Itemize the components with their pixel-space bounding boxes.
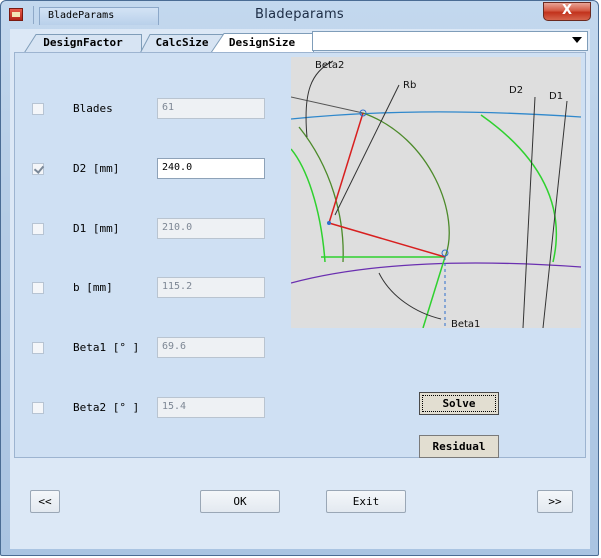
prev-button[interactable]: <<: [30, 490, 60, 513]
blades-input[interactable]: 61: [157, 98, 265, 119]
beta2-label: Beta2 [° ]: [73, 401, 140, 414]
title-bar[interactable]: BladeParams Bladeparams X: [1, 1, 598, 29]
d2-label: D2 [mm]: [73, 162, 120, 175]
beta2-input[interactable]: 15.4: [157, 397, 265, 418]
beta1-checkbox[interactable]: [32, 342, 44, 354]
tab-designfactor[interactable]: DesignFactor: [24, 33, 142, 53]
d1-label: D1 [mm]: [73, 222, 120, 235]
label-d2: D2: [509, 85, 523, 96]
tab-designsize-label: DesignSize: [228, 36, 296, 49]
label-rb: Rb: [403, 80, 416, 91]
label-d1: D1: [549, 91, 563, 102]
b-checkbox[interactable]: [32, 282, 44, 294]
b-label: b [mm]: [73, 281, 113, 294]
solve-button[interactable]: Solve: [419, 392, 499, 415]
tab-designfactor-label: DesignFactor: [43, 36, 123, 49]
beta2-checkbox[interactable]: [32, 402, 44, 414]
d1-checkbox[interactable]: [32, 223, 44, 235]
window-title: Bladeparams: [254, 7, 344, 22]
residual-button[interactable]: Residual: [419, 435, 499, 458]
d2-checkbox[interactable]: [32, 163, 44, 175]
center-point-marker: [327, 221, 331, 225]
tab-designsize[interactable]: DesignSize: [210, 33, 314, 54]
blade-geometry-diagram: Beta2 Rb D2 D1 Beta1: [291, 57, 581, 328]
blades-label: Blades: [73, 102, 113, 115]
d2-input[interactable]: 240.0: [157, 158, 265, 179]
label-beta2: Beta2: [315, 60, 344, 71]
config-dropdown[interactable]: [312, 31, 588, 51]
beta1-label: Beta1 [° ]: [73, 341, 140, 354]
d1-input[interactable]: 210.0: [157, 218, 265, 239]
designsize-panel: Blades 61 D2 [mm] 240.0 D1 [mm] 210.0 b …: [14, 52, 586, 458]
close-icon: X: [561, 3, 573, 18]
b-input[interactable]: 115.2: [157, 277, 265, 298]
client-area: DesignFactor CalcSize DesignSize Blades …: [10, 29, 590, 549]
chevron-down-icon[interactable]: [572, 37, 582, 43]
ok-button[interactable]: OK: [200, 490, 280, 513]
bladeparams-window: BladeParams Bladeparams X DesignFactor C…: [0, 0, 599, 556]
beta1-input[interactable]: 69.6: [157, 337, 265, 358]
blades-checkbox[interactable]: [32, 103, 44, 115]
close-button[interactable]: X: [543, 2, 591, 21]
exit-button[interactable]: Exit: [326, 490, 406, 513]
label-beta1: Beta1: [451, 319, 480, 328]
next-button[interactable]: >>: [537, 490, 573, 513]
tab-calcsize-label: CalcSize: [155, 36, 209, 49]
